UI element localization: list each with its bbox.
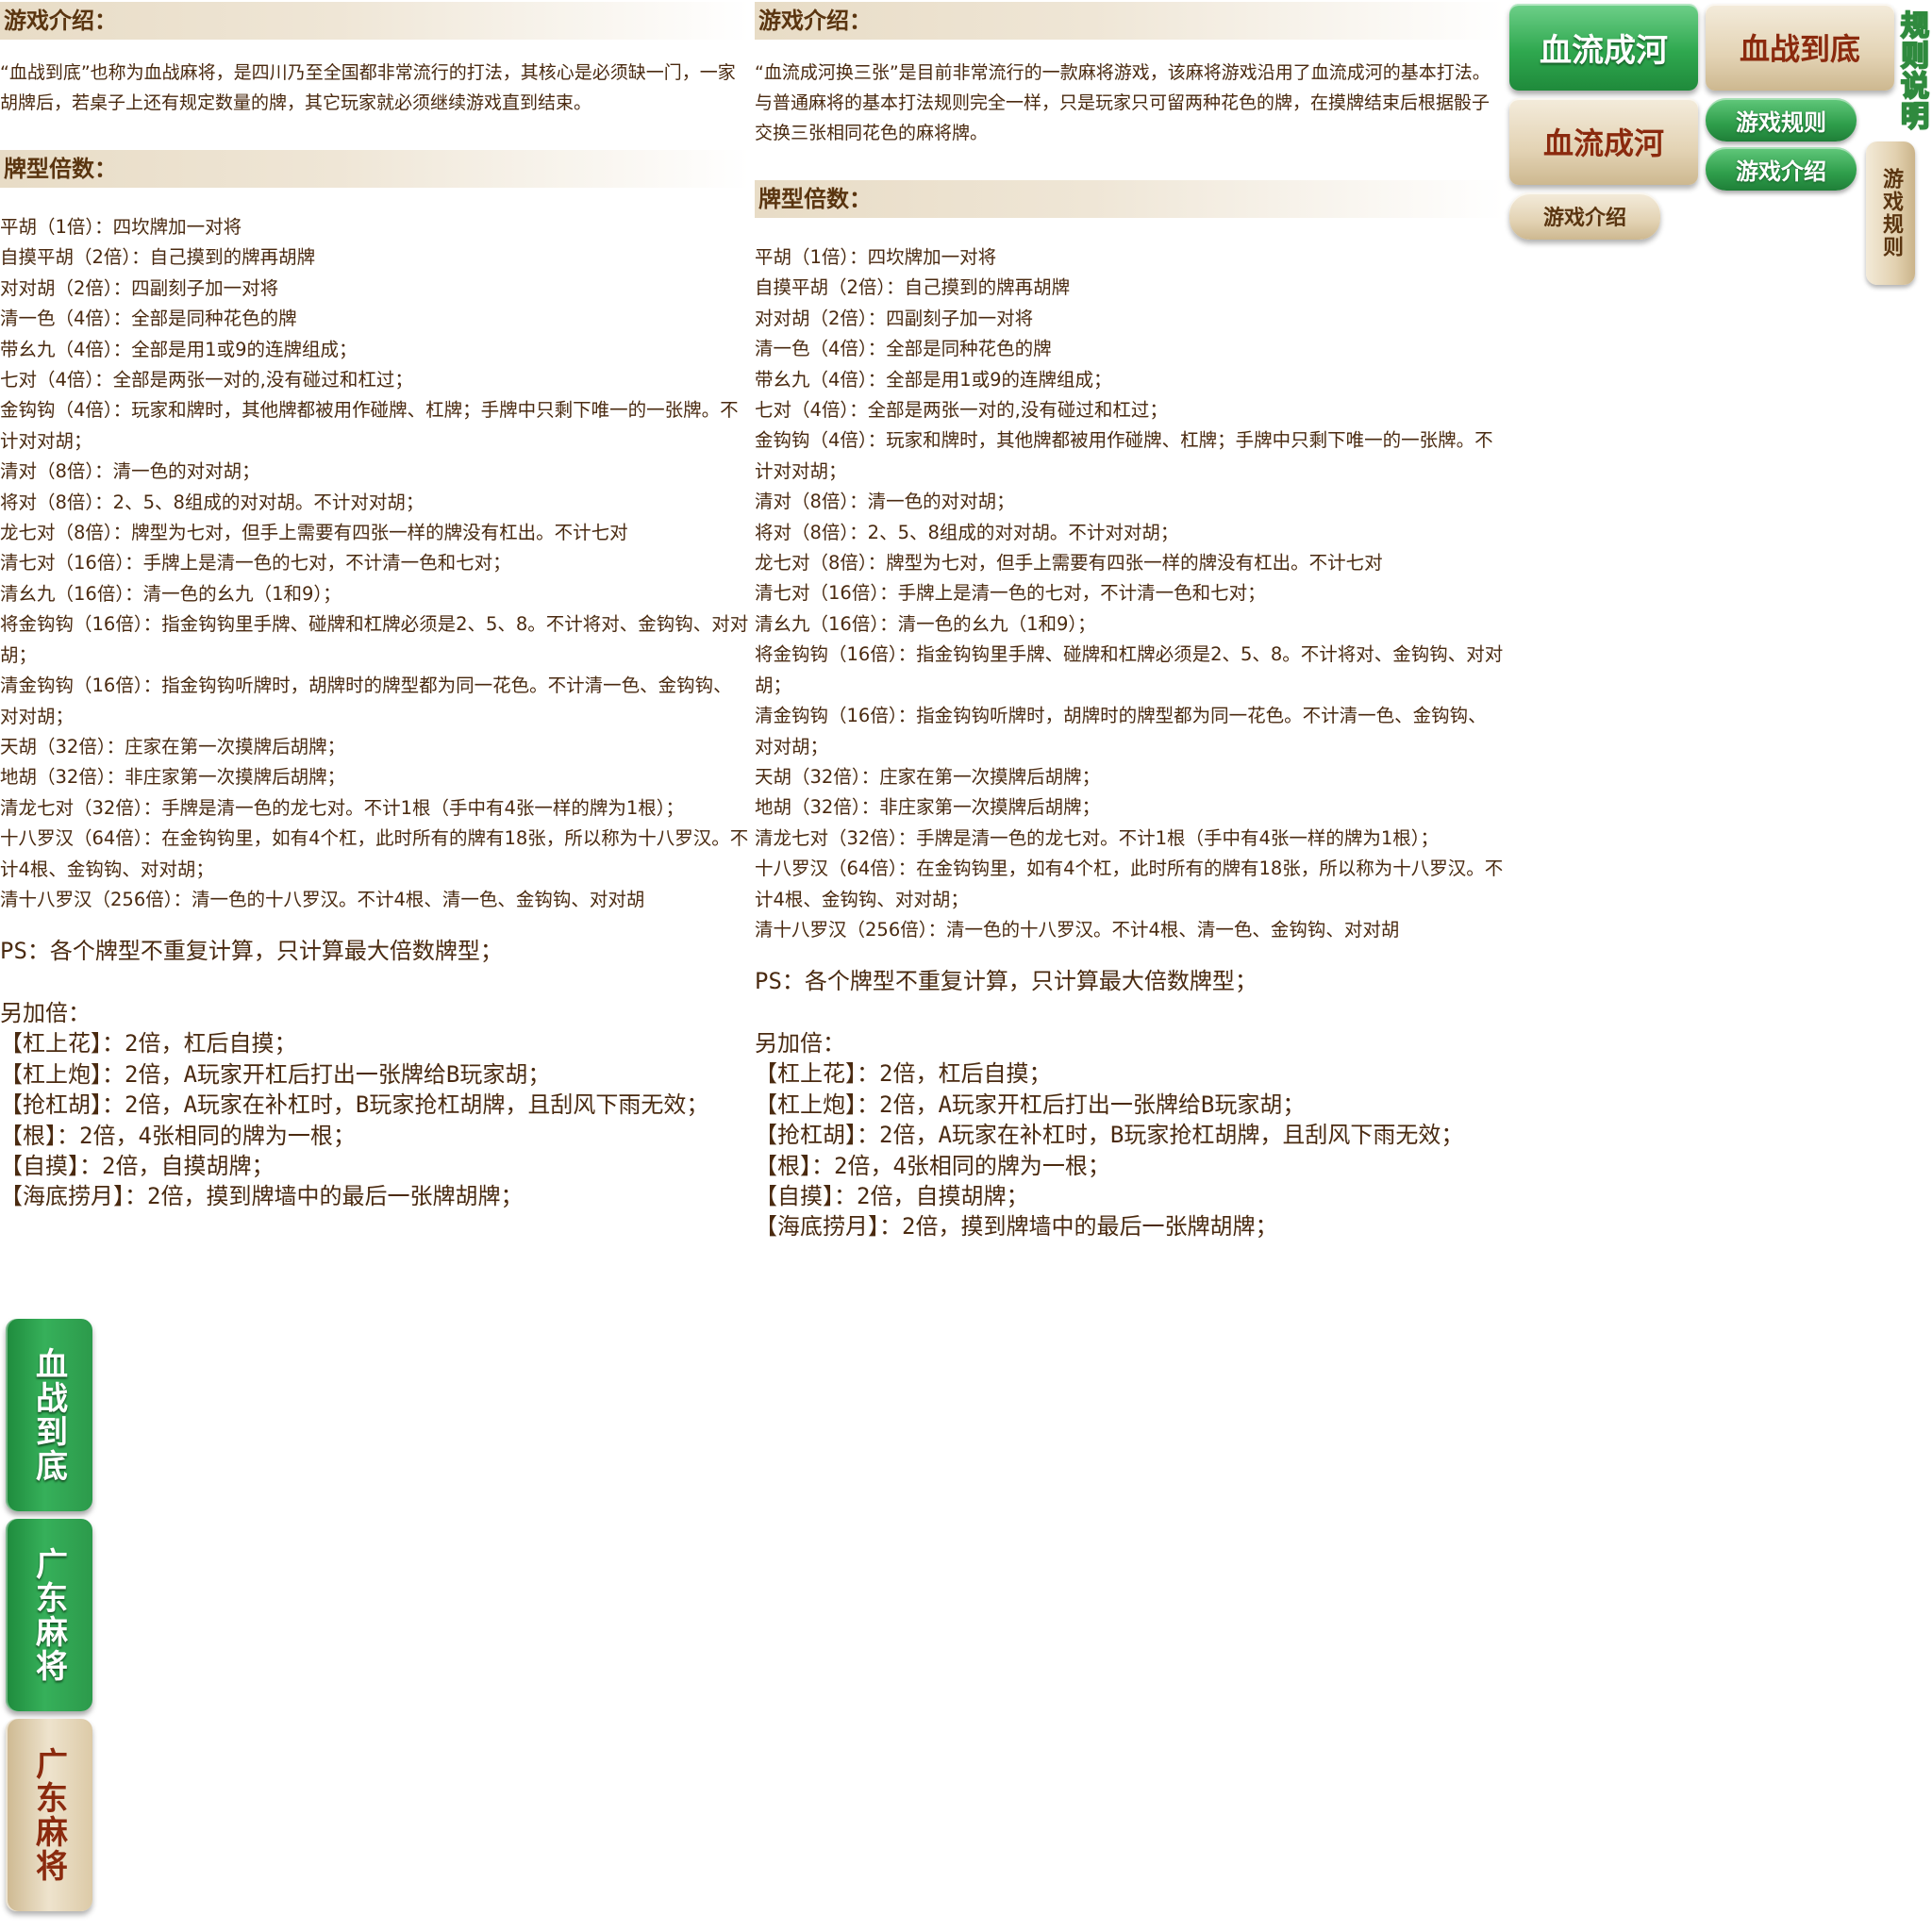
hand-type-row: 对对胡（2倍）：四副刻子加一对将 bbox=[755, 307, 1034, 329]
hand-type-row: 清十八罗汉（256倍）：清一色的十八罗汉。不计4根、清一色、金钩钩、对对胡 bbox=[0, 888, 645, 910]
side-tab-guangdong-active[interactable]: 广东麻将 bbox=[6, 1519, 92, 1711]
ps-note: PS：各个牌型不重复计算，只计算最大倍数牌型； bbox=[0, 938, 503, 965]
extra-multiplier-row: 【根】：2倍，4张相同的牌为一根； bbox=[0, 1122, 356, 1149]
right-rules-panel: 游戏介绍： “血流成河换三张”是目前非常流行的一款麻将游戏，该麻将游戏沿用了血流… bbox=[755, 0, 1505, 1242]
hand-type-row: 金钩钩（4倍）：玩家和牌时，其他牌都被用作碰牌、杠牌；手牌中只剩下唯一的一张牌。… bbox=[755, 429, 1493, 482]
ps-note: PS：各个牌型不重复计算，只计算最大倍数牌型； bbox=[755, 968, 1257, 995]
hand-type-row: 清金钩钩（16倍）：指金钩钩听牌时，胡牌时的牌型都为同一花色。不计清一色、金钩钩… bbox=[755, 705, 1487, 758]
hand-type-row: 清幺九（16倍）：清一色的幺九（1和9）； bbox=[0, 582, 341, 605]
hand-type-row: 清幺九（16倍）：清一色的幺九（1和9）； bbox=[755, 612, 1096, 635]
hand-type-row: 清七对（16倍）：手牌上是清一色的七对，不计清一色和七对； bbox=[0, 552, 511, 575]
hand-type-row: 清七对（16倍）：手牌上是清一色的七对，不计清一色和七对； bbox=[755, 582, 1266, 605]
hand-types-list: 平胡（1倍）：四坎牌加一对将 自摸平胡（2倍）：自己摸到的牌再胡牌 对对胡（2倍… bbox=[0, 212, 750, 915]
xuezhan-tab-button[interactable]: 血战到底 bbox=[1706, 4, 1894, 91]
types-heading: 牌型倍数： bbox=[0, 150, 750, 188]
hand-type-row: 清龙七对（32倍）：手牌是清一色的龙七对。不计1根（手中有4张一样的牌为1根）； bbox=[0, 796, 685, 819]
types-heading: 牌型倍数： bbox=[755, 180, 1505, 218]
extra-multiplier-heading: 另加倍： bbox=[0, 1000, 91, 1027]
extra-multiplier-heading: 另加倍： bbox=[755, 1030, 845, 1058]
hand-type-row: 清对（8倍）：清一色的对对胡； bbox=[0, 460, 260, 483]
xueliu-tab-active-button[interactable]: 血流成河 bbox=[1509, 4, 1698, 91]
hand-type-row: 清一色（4倍）：全部是同种花色的牌 bbox=[755, 338, 1052, 360]
intro-text: “血战到底”也称为血战麻将，是四川乃至全国都非常流行的打法，其核心是必须缺一门，… bbox=[0, 62, 736, 113]
extra-multiplier-row: 【抢杠胡】：2倍，A玩家在补杠时，B玩家抢杠胡牌，且刮风下雨无效； bbox=[755, 1122, 1464, 1149]
hand-type-row: 带幺九（4倍）：全部是用1或9的连牌组成； bbox=[755, 368, 1112, 391]
hand-type-row: 七对（4倍）：全部是两张一对的,没有碰过和杠过； bbox=[0, 369, 413, 391]
extra-multiplier-row: 【自摸】：2倍，自摸胡牌； bbox=[0, 1152, 275, 1179]
hand-type-row: 龙七对（8倍）：牌型为七对，但手上需要有四张一样的牌没有杠出。不计七对 bbox=[755, 552, 1383, 575]
hand-type-row: 金钩钩（4倍）：玩家和牌时，其他牌都被用作碰牌、杠牌；手牌中只剩下唯一的一张牌。… bbox=[0, 399, 739, 452]
hand-type-row: 清龙七对（32倍）：手牌是清一色的龙七对。不计1根（手中有4张一样的牌为1根）； bbox=[755, 826, 1440, 849]
hand-types-list: 平胡（1倍）：四坎牌加一对将 自摸平胡（2倍）：自己摸到的牌再胡牌 对对胡（2倍… bbox=[755, 242, 1505, 945]
hand-type-row: 十八罗汉（64倍）：在金钩钩里，如有4个杠，此时所有的牌有18张，所以称为十八罗… bbox=[0, 827, 749, 880]
hand-type-row: 十八罗汉（64倍）：在金钩钩里，如有4个杠，此时所有的牌有18张，所以称为十八罗… bbox=[755, 858, 1504, 910]
intro-heading: 游戏介绍： bbox=[0, 2, 750, 40]
hand-type-row: 将对（8倍）：2、5、8组成的对对胡。不计对对胡； bbox=[755, 521, 1179, 543]
hand-type-row: 龙七对（8倍）：牌型为七对，但手上需要有四张一样的牌没有杠出。不计七对 bbox=[0, 522, 628, 544]
extra-multiplier-list: 【杠上花】：2倍，杠后自摸； 【杠上炮】：2倍，A玩家开杠后打出一张牌给B玩家胡… bbox=[755, 1058, 1505, 1241]
intro-heading: 游戏介绍： bbox=[755, 2, 1505, 40]
extra-multiplier-row: 【杠上花】：2倍，杠后自摸； bbox=[0, 1030, 297, 1058]
hand-type-row: 平胡（1倍）：四坎牌加一对将 bbox=[755, 246, 997, 268]
extra-multiplier-row: 【抢杠胡】：2倍，A玩家在补杠时，B玩家抢杠胡牌，且刮风下雨无效； bbox=[0, 1091, 709, 1119]
game-intro-button[interactable]: 游戏介绍 bbox=[1509, 192, 1660, 240]
hand-type-row: 对对胡（2倍）：四副刻子加一对将 bbox=[0, 276, 279, 299]
hand-type-row: 地胡（32倍）：非庄家第一次摸牌后胡牌； bbox=[0, 766, 346, 789]
extra-multiplier-row: 【海底捞月】：2倍，摸到牌墙中的最后一张牌胡牌； bbox=[0, 1183, 524, 1210]
hand-type-row: 平胡（1倍）：四坎牌加一对将 bbox=[0, 216, 242, 238]
extra-multiplier-row: 【杠上炮】：2倍，A玩家开杠后打出一张牌给B玩家胡； bbox=[755, 1091, 1306, 1118]
hand-type-row: 将金钩钩（16倍）：指金钩钩里手牌、碰牌和杠牌必须是2、5、8。不计将对、金钩钩… bbox=[755, 643, 1504, 696]
game-intro-active-button[interactable]: 游戏介绍 bbox=[1706, 147, 1857, 191]
hand-type-row: 天胡（32倍）：庄家在第一次摸牌后胡牌； bbox=[755, 765, 1101, 788]
hand-type-row: 自摸平胡（2倍）：自己摸到的牌再胡牌 bbox=[755, 276, 1071, 299]
hand-type-row: 天胡（32倍）：庄家在第一次摸牌后胡牌； bbox=[0, 735, 346, 758]
left-rules-panel: 游戏介绍： “血战到底”也称为血战麻将，是四川乃至全国都非常流行的打法，其核心是… bbox=[0, 0, 750, 1212]
hand-type-row: 将对（8倍）：2、5、8组成的对对胡。不计对对胡； bbox=[0, 491, 425, 513]
hand-type-row: 自摸平胡（2倍）：自己摸到的牌再胡牌 bbox=[0, 246, 316, 269]
hand-type-row: 清十八罗汉（256倍）：清一色的十八罗汉。不计4根、清一色、金钩钩、对对胡 bbox=[755, 918, 1400, 941]
extra-multiplier-row: 【杠上炮】：2倍，A玩家开杠后打出一张牌给B玩家胡； bbox=[0, 1060, 551, 1088]
hand-type-row: 七对（4倍）：全部是两张一对的,没有碰过和杠过； bbox=[755, 399, 1168, 422]
hand-type-row: 清一色（4倍）：全部是同种花色的牌 bbox=[0, 308, 297, 330]
extra-multiplier-row: 【杠上花】：2倍，杠后自摸； bbox=[755, 1060, 1052, 1088]
extra-multiplier-row: 【根】：2倍，4张相同的牌为一根； bbox=[755, 1152, 1110, 1179]
intro-text: “血流成河换三张”是目前非常流行的一款麻将游戏，该麻将游戏沿用了血流成河的基本打… bbox=[755, 62, 1491, 143]
extra-multiplier-row: 【自摸】：2倍，自摸胡牌； bbox=[755, 1182, 1029, 1209]
game-rules-vertical-tab[interactable]: 游戏规则 bbox=[1866, 142, 1915, 285]
hand-type-row: 地胡（32倍）：非庄家第一次摸牌后胡牌； bbox=[755, 796, 1101, 819]
extra-multiplier-row: 【海底捞月】：2倍，摸到牌墙中的最后一张牌胡牌； bbox=[755, 1213, 1278, 1241]
game-rules-active-button[interactable]: 游戏规则 bbox=[1706, 98, 1857, 142]
side-tab-xuezhan[interactable]: 血战到底 bbox=[6, 1319, 92, 1511]
xueliu-tab-button[interactable]: 血流成河 bbox=[1509, 98, 1698, 185]
side-tab-guangdong[interactable]: 广东麻将 bbox=[6, 1719, 92, 1911]
hand-type-row: 带幺九（4倍）：全部是用1或9的连牌组成； bbox=[0, 338, 358, 360]
hand-type-row: 清对（8倍）：清一色的对对胡； bbox=[755, 491, 1015, 513]
rules-title: 规则说明 bbox=[1894, 9, 1929, 132]
hand-type-row: 将金钩钩（16倍）：指金钩钩里手牌、碰牌和杠牌必须是2、5、8。不计将对、金钩钩… bbox=[0, 613, 749, 666]
hand-type-row: 清金钩钩（16倍）：指金钩钩听牌时，胡牌时的牌型都为同一花色。不计清一色、金钩钩… bbox=[0, 675, 732, 727]
extra-multiplier-list: 【杠上花】：2倍，杠后自摸； 【杠上炮】：2倍，A玩家开杠后打出一张牌给B玩家胡… bbox=[0, 1028, 750, 1211]
